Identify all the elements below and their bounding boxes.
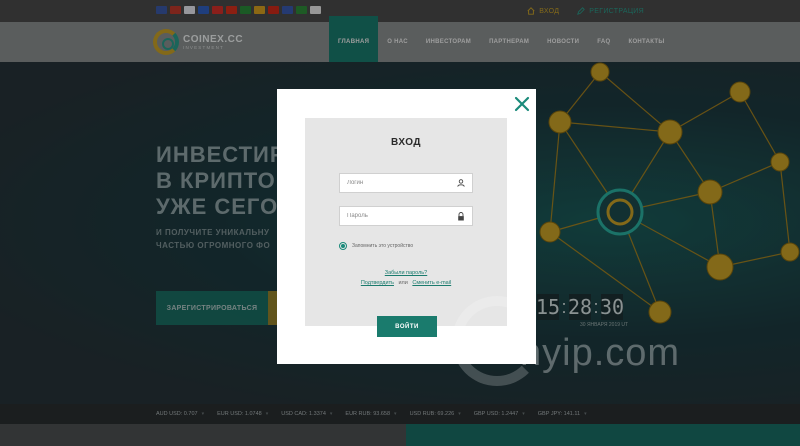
close-icon[interactable] (514, 96, 530, 112)
login-field[interactable] (339, 173, 473, 193)
or-text: или (398, 280, 408, 286)
watermark-text: hyip.com (520, 332, 681, 374)
user-icon (457, 179, 465, 187)
modal-title: ВХОД (390, 137, 422, 148)
change-email-link[interactable]: Сменить e-mail (412, 280, 451, 286)
password-field[interactable] (339, 206, 473, 226)
remember-label: Запомнить это устройство (352, 243, 414, 249)
remember-radio[interactable] (339, 242, 347, 250)
password-input[interactable] (347, 213, 447, 219)
login-input[interactable] (347, 180, 447, 186)
forgot-password-row: Забыли пароль? (305, 270, 507, 276)
forgot-password-link[interactable]: Забыли пароль? (385, 270, 427, 276)
email-links-row: Подтвердить или Сменить e-mail (305, 280, 507, 286)
login-submit-button[interactable]: ВОЙТИ (377, 316, 437, 337)
lock-icon (458, 211, 464, 220)
confirm-link[interactable]: Подтвердить (361, 280, 394, 286)
remember-device[interactable]: Запомнить это устройство (339, 242, 413, 250)
